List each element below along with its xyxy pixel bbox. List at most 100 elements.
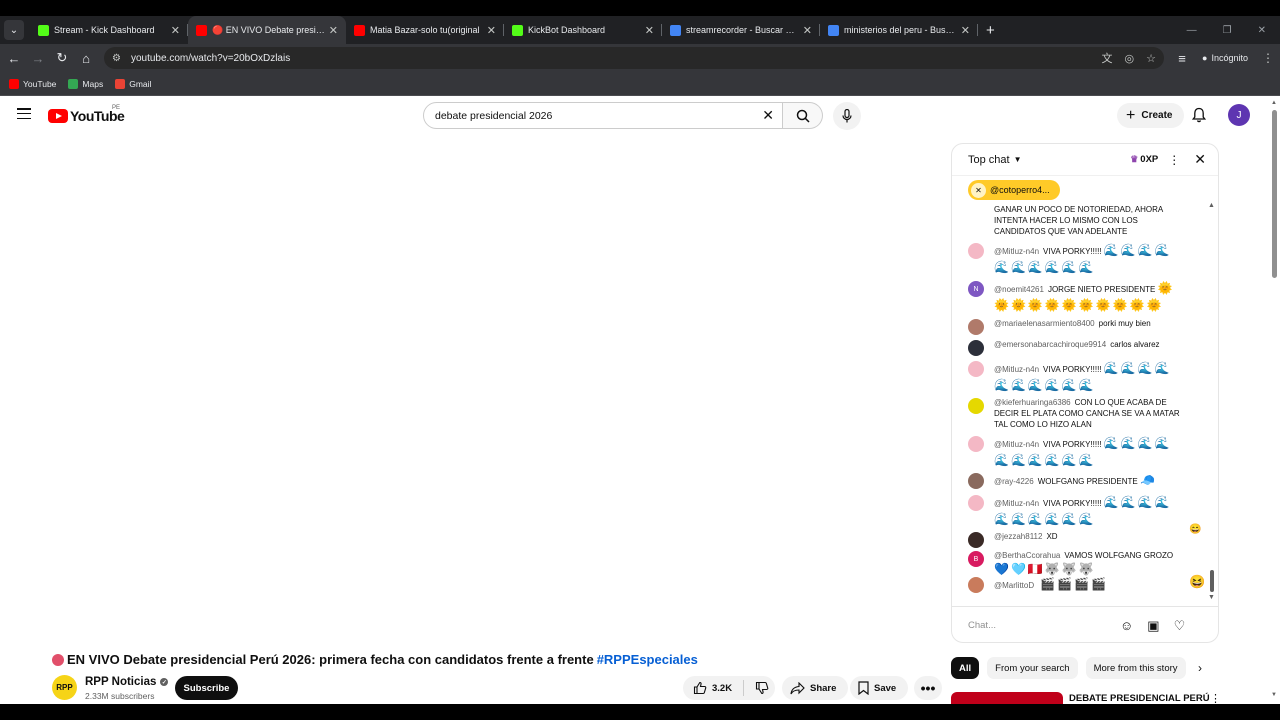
new-tab-button[interactable]: + xyxy=(986,22,995,39)
video-hashtag-link[interactable]: #RPPEspeciales xyxy=(597,652,698,667)
bookmark-star-icon[interactable]: ☆ xyxy=(1146,52,1156,65)
dislike-button[interactable] xyxy=(755,681,769,695)
bookmark-item[interactable]: Maps xyxy=(68,78,103,89)
browser-tab[interactable]: ministerios del peru - Buscar co ✕ xyxy=(820,16,978,44)
browser-tab[interactable]: Matia Bazar-solo tu(original ✕ xyxy=(346,16,504,44)
chat-author[interactable]: @noemit4261 xyxy=(994,285,1044,294)
page-scrollbar[interactable]: ▲ ▼ xyxy=(1271,100,1278,700)
browser-tab[interactable]: streamrecorder - Buscar con Goo ✕ xyxy=(662,16,820,44)
browser-tab[interactable]: Stream - Kick Dashboard ✕ xyxy=(30,16,188,44)
chat-author-avatar[interactable] xyxy=(968,473,984,489)
filter-chip[interactable]: More from this story xyxy=(1085,657,1186,679)
tab-close-icon[interactable]: ✕ xyxy=(487,24,496,37)
channel-avatar[interactable]: RPP xyxy=(52,675,77,700)
tracking-protection-icon[interactable]: ◎ xyxy=(1125,52,1135,65)
translate-icon[interactable]: 文 xyxy=(1102,50,1113,66)
chat-author[interactable]: @Mitluz-n4n xyxy=(994,440,1039,449)
tab-close-icon[interactable]: ✕ xyxy=(803,24,812,37)
close-chat-icon[interactable]: ✕ xyxy=(1194,151,1206,168)
browser-tab[interactable]: 🔴 EN VIVO Debate presidencial ✕ xyxy=(188,16,346,44)
chat-author-avatar[interactable] xyxy=(968,436,984,452)
voice-search-button[interactable] xyxy=(833,102,861,130)
video-player[interactable] xyxy=(0,136,940,646)
account-avatar[interactable]: J xyxy=(1228,104,1250,126)
media-controls-icon[interactable]: ≡ xyxy=(1170,51,1194,66)
chat-author[interactable]: @jezzah8112 xyxy=(994,532,1042,541)
page-scrollbar-thumb[interactable] xyxy=(1272,110,1277,278)
tab-close-icon[interactable]: ✕ xyxy=(329,24,338,37)
guide-menu-icon[interactable] xyxy=(17,108,31,120)
related-video-thumbnail[interactable] xyxy=(951,692,1063,704)
browser-menu-icon[interactable]: ⋮ xyxy=(1262,51,1274,65)
super-chat-icon[interactable]: ▣ xyxy=(1147,618,1159,634)
close-window-icon[interactable]: ✕ xyxy=(1258,25,1266,36)
chat-message: @Mitluz-n4n VIVA PORKY!!!!! 🌊🌊🌊🌊🌊🌊🌊🌊🌊🌊 xyxy=(968,494,1188,528)
heart-icon[interactable]: ♡ xyxy=(1174,618,1186,634)
ticker-chip[interactable]: ✕ @cotoperro4... xyxy=(968,180,1060,200)
create-button[interactable]: + Create xyxy=(1117,103,1185,128)
chat-author-avatar[interactable] xyxy=(968,361,984,377)
chat-author[interactable]: @MarlittoD xyxy=(994,581,1034,590)
chat-author[interactable]: @Mitluz-n4n xyxy=(994,499,1039,508)
chat-author-avatar[interactable]: N xyxy=(968,281,984,297)
tab-close-icon[interactable]: ✕ xyxy=(961,24,970,37)
subscribe-button[interactable]: Subscribe xyxy=(175,676,238,700)
thumbs-down-icon xyxy=(756,681,769,695)
chat-menu-icon[interactable]: ⋮ xyxy=(1168,153,1180,167)
address-bar[interactable]: ⚙ youtube.com/watch?v=20bOxDzlais 文 ◎ ☆ xyxy=(104,47,1164,69)
chat-author-avatar[interactable] xyxy=(968,532,984,548)
chat-author[interactable]: @Mitluz-n4n xyxy=(994,247,1039,256)
chat-author-avatar[interactable] xyxy=(968,243,984,259)
back-icon[interactable]: ← xyxy=(2,51,26,66)
chat-author-avatar[interactable] xyxy=(968,495,984,511)
filter-chip[interactable]: From your search xyxy=(987,657,1078,679)
chat-scroll-down-icon[interactable]: ▼ xyxy=(1208,594,1215,601)
incognito-indicator[interactable]: ● Incógnito xyxy=(1202,53,1248,63)
related-video-title[interactable]: DEBATE PRESIDENCIAL PERÚ xyxy=(1069,693,1210,704)
chat-author-avatar[interactable] xyxy=(968,398,984,414)
chat-scroll-up-icon[interactable]: ▲ xyxy=(1208,202,1215,209)
notifications-button[interactable] xyxy=(1191,107,1207,128)
clear-search-icon[interactable]: ✕ xyxy=(762,107,774,124)
youtube-logo[interactable]: YouTube PE xyxy=(48,105,125,124)
bookmark-item[interactable]: Gmail xyxy=(115,78,151,89)
chat-author-avatar[interactable] xyxy=(968,577,984,593)
channel-name[interactable]: RPP Noticias ✓ xyxy=(85,676,169,688)
chat-input[interactable]: Chat... xyxy=(968,620,1108,631)
share-button[interactable]: Share xyxy=(782,676,849,700)
tab-search-button[interactable]: ⌄ xyxy=(4,20,24,40)
like-button[interactable]: 3.2K xyxy=(693,681,732,695)
chat-author[interactable]: @ray-4226 xyxy=(994,477,1034,486)
chat-scrollbar[interactable]: ▲ ▼ xyxy=(1208,202,1216,602)
tab-close-icon[interactable]: ✕ xyxy=(645,24,654,37)
chat-author[interactable]: @Mitluz-n4n xyxy=(994,365,1039,374)
tab-close-icon[interactable]: ✕ xyxy=(171,24,180,37)
minimize-icon[interactable]: — xyxy=(1187,25,1197,36)
chat-author[interactable]: @BerthaCcorahua xyxy=(994,551,1060,560)
chat-author[interactable]: @mariaelenasarmiento8400 xyxy=(994,319,1095,328)
chat-author-avatar[interactable] xyxy=(968,319,984,335)
scroll-up-icon[interactable]: ▲ xyxy=(1271,100,1277,106)
chat-author[interactable]: @kieferhuaringa6386 xyxy=(994,398,1071,407)
xp-badge[interactable]: ♛ 0XP xyxy=(1130,154,1158,165)
home-icon[interactable]: ⌂ xyxy=(74,51,98,66)
scroll-down-icon[interactable]: ▼ xyxy=(1271,692,1277,698)
filter-chip[interactable]: All xyxy=(951,657,980,679)
chat-mode-selector[interactable]: Top chat ▼ xyxy=(968,154,1022,166)
bookmark-item[interactable]: YouTube xyxy=(9,78,56,89)
forward-icon[interactable]: → xyxy=(26,51,50,66)
restore-icon[interactable]: ❐ xyxy=(1223,25,1232,36)
chevron-right-icon[interactable]: › xyxy=(1198,661,1202,675)
chat-author[interactable]: @emersonabarcachiroque9914 xyxy=(994,340,1106,349)
save-button[interactable]: Save xyxy=(850,676,909,700)
search-button[interactable] xyxy=(783,102,823,129)
site-info-icon[interactable]: ⚙ xyxy=(112,53,121,64)
chat-author-avatar[interactable] xyxy=(968,340,984,356)
chat-scrollbar-thumb[interactable] xyxy=(1210,570,1214,592)
browser-tab[interactable]: KickBot Dashboard ✕ xyxy=(504,16,662,44)
search-input[interactable]: debate presidencial 2026 ✕ xyxy=(423,102,783,129)
emoji-picker-icon[interactable]: ☺ xyxy=(1120,618,1133,633)
chat-author-avatar[interactable]: B xyxy=(968,551,984,567)
more-actions-button[interactable]: ••• xyxy=(914,676,942,700)
reload-icon[interactable]: ↻ xyxy=(50,50,74,66)
